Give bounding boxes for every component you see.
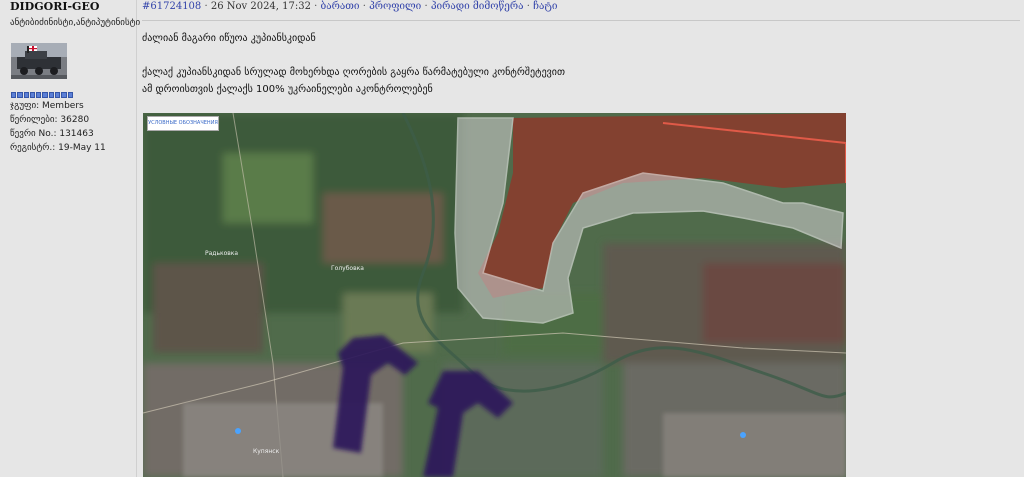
reputation-pip (23, 92, 29, 98)
profile-link[interactable]: პროფილი (369, 1, 421, 12)
author-sidebar: DIDGORI-GEO ანტიბიძინისტი,ანტიპუტინისტი … (0, 0, 141, 477)
post-line-3: ამ დროისთვის ქალაქს 100% უკრაინელები აკო… (142, 84, 433, 95)
author-name[interactable]: DIDGORI-GEO (10, 0, 99, 13)
author-title: ანტიბიძინისტი,ანტიპუტინისტი (10, 18, 141, 28)
post-map-image[interactable]: Радьковка Голубовка Купянск УСЛОВНЫЕ ОБО… (143, 113, 846, 477)
reputation-pip (55, 92, 61, 98)
satellite-map: Радьковка Голубовка Купянск (143, 113, 846, 477)
author-post-count: წერილები: 36280 (10, 115, 90, 125)
place-label-radkovka: Радьковка (205, 250, 238, 257)
private-message-link[interactable]: პირადი მიმოწერა (431, 1, 524, 12)
author-member-number: წევრი No.: 131463 (10, 129, 94, 139)
author-registered: რეგისტრ.: 19-May 11 (10, 143, 106, 153)
report-link[interactable]: ბარათი (321, 1, 360, 12)
map-pin-icon (740, 432, 746, 438)
separator: · (362, 1, 366, 12)
reputation-pip (11, 92, 17, 98)
reputation-pip (67, 92, 73, 98)
reputation-pip (42, 92, 48, 98)
military-vehicle-icon (11, 43, 67, 79)
map-legend-button[interactable]: УСЛОВНЫЕ ОБОЗНАЧЕНИЯ (147, 116, 219, 131)
separator: · (204, 1, 208, 12)
reputation-bar (11, 92, 73, 98)
post-body: ძალიან მაგარი იწუოა კუპიანსკიდან ქალაქ კ… (142, 30, 1012, 98)
post-date: 26 Nov 2024, 17:32 (210, 1, 311, 12)
place-label-golubovka: Голубовка (331, 265, 364, 272)
author-avatar[interactable] (11, 43, 67, 79)
reputation-pip (61, 92, 67, 98)
map-pin-icon (235, 428, 241, 434)
separator: · (314, 1, 318, 12)
separator: · (424, 1, 428, 12)
post-id-link[interactable]: #61724108 (142, 1, 201, 12)
chat-link[interactable]: ჩატი (533, 1, 557, 12)
place-label-kupyansk: Купянск (253, 448, 280, 455)
post-line-2: ქალაქ კუპიანსკიდან სრულად მოხერხდა ღორებ… (142, 67, 565, 78)
reputation-pip (29, 92, 36, 98)
author-group: ჯგუფი: Members (10, 101, 84, 111)
reputation-pip (17, 92, 23, 98)
reputation-pip (36, 92, 42, 98)
post-line-1: ძალიან მაგარი იწუოა კუპიანსკიდან (142, 33, 316, 44)
separator: · (526, 1, 530, 12)
reputation-pip (48, 92, 55, 98)
author-meta: ჯგუფი: Members წერილები: 36280 წევრი No.… (10, 99, 106, 155)
post-header: #61724108 · 26 Nov 2024, 17:32 · ბარათი … (142, 0, 1020, 21)
